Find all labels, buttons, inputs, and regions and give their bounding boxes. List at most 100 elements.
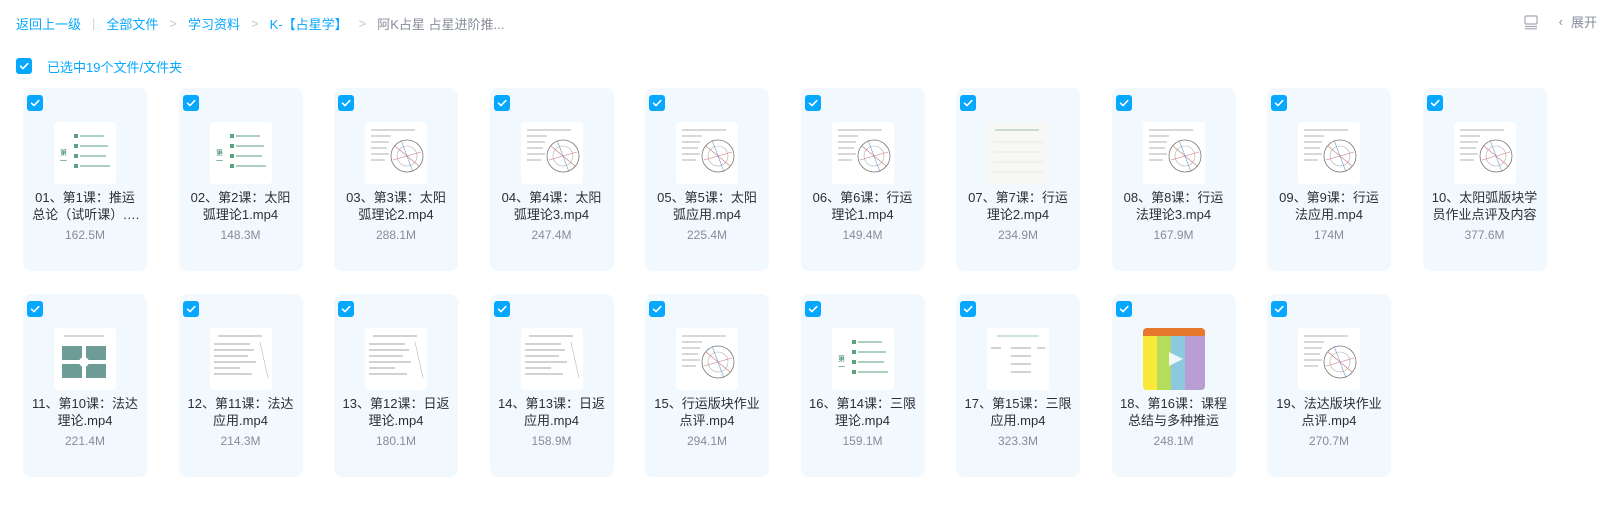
file-card[interactable]: 07、第7课：行运理论2.mp4 234.9M bbox=[956, 88, 1080, 271]
file-size: 323.3M bbox=[997, 434, 1039, 448]
back-link[interactable]: 返回上一级 bbox=[16, 14, 81, 33]
file-checkbox[interactable] bbox=[182, 95, 199, 111]
file-card[interactable]: 11、第10课：法达理论.mp4 221.4M bbox=[23, 294, 147, 477]
video-thumbnail bbox=[987, 328, 1049, 390]
file-card[interactable]: 04、第4课：太阳弧理论3.mp4 247.4M bbox=[489, 88, 614, 271]
file-size: 248.1M bbox=[1153, 434, 1194, 448]
file-size: 148.3M bbox=[220, 228, 261, 242]
file-name: 16、第14课：三限理论.mp4 bbox=[809, 396, 916, 428]
file-card[interactable]: 08、第8课：行运法理论3.mp4 167.9M bbox=[1111, 88, 1236, 271]
file-checkbox[interactable] bbox=[338, 301, 354, 317]
svg-text:一: 一 bbox=[216, 158, 223, 165]
svg-text:一: 一 bbox=[60, 158, 67, 165]
file-size: 162.5M bbox=[64, 228, 106, 242]
file-checkbox[interactable] bbox=[1426, 95, 1443, 111]
expand-label: 展开 bbox=[1570, 15, 1597, 30]
expand-button[interactable]: ‹ 展开 bbox=[1559, 12, 1597, 31]
video-thumbnail bbox=[365, 328, 427, 390]
breadcrumb-divider: | bbox=[92, 15, 96, 31]
file-card[interactable]: 09、第9课：行运法应用.mp4 174M bbox=[1267, 88, 1391, 271]
file-card[interactable]: 第一 16、第14课：三限理论.mp4 159.1M bbox=[800, 294, 925, 477]
video-thumbnail bbox=[1453, 122, 1516, 184]
file-name: 02、第2课：太阳弧理论1.mp4 bbox=[190, 190, 291, 222]
file-name: 09、第9课：行运法应用.mp4 bbox=[1279, 190, 1379, 222]
file-size: 149.4M bbox=[842, 228, 883, 242]
file-name: 14、第13课：日返应用.mp4 bbox=[498, 396, 605, 428]
video-thumbnail bbox=[365, 122, 427, 184]
file-checkbox[interactable] bbox=[960, 301, 976, 317]
breadcrumb: 返回上一级 | 全部文件 > 学习资料 > K-【占星学】 > 阿K占星 占星进… bbox=[16, 14, 504, 32]
video-thumbnail bbox=[1298, 122, 1360, 184]
file-checkbox[interactable] bbox=[1271, 95, 1287, 111]
file-checkbox[interactable] bbox=[493, 301, 510, 317]
file-card[interactable]: 14、第13课：日返应用.mp4 158.9M bbox=[489, 294, 614, 477]
file-name: 07、第7课：行运理论2.mp4 bbox=[968, 190, 1068, 222]
file-grid: 第一01、第1课：推运总论（试听课）.mp4162.5M第一02、第2课：太阳弧… bbox=[23, 88, 1603, 477]
file-name: 03、第3课：太阳弧理论2.mp4 bbox=[346, 190, 446, 222]
video-thumbnail bbox=[831, 122, 894, 184]
file-checkbox[interactable] bbox=[1271, 301, 1287, 317]
list-view-icon[interactable] bbox=[1523, 14, 1539, 30]
file-card[interactable]: 12、第11课：法达应用.mp4 214.3M bbox=[178, 294, 303, 477]
video-thumbnail bbox=[987, 122, 1049, 184]
file-card[interactable]: 第一 02、第2课：太阳弧理论1.mp4 148.3M bbox=[178, 88, 303, 271]
file-card[interactable]: 15、行运版块作业点评.mp4 294.1M bbox=[645, 294, 769, 477]
file-checkbox[interactable] bbox=[1115, 301, 1132, 317]
svg-text:一: 一 bbox=[838, 364, 845, 371]
video-thumbnail bbox=[676, 122, 738, 184]
breadcrumb-all-files[interactable]: 全部文件 bbox=[106, 14, 158, 33]
file-card[interactable]: 05、第5课：太阳弧应用.mp4 225.4M bbox=[645, 88, 769, 271]
file-card[interactable]: 10、太阳弧版块学员作业点评及内容 377.6M bbox=[1422, 88, 1547, 271]
file-checkbox[interactable] bbox=[338, 95, 354, 111]
file-card[interactable]: 13、第12课：日返理论.mp4 180.1M bbox=[334, 294, 458, 477]
file-checkbox[interactable] bbox=[649, 95, 665, 111]
file-checkbox[interactable] bbox=[27, 95, 43, 111]
file-checkbox[interactable] bbox=[804, 301, 821, 317]
file-name: 13、第12课：日返理论.mp4 bbox=[342, 396, 450, 428]
breadcrumb-study-materials[interactable]: 学习资料 bbox=[188, 14, 240, 33]
file-size: 377.6M bbox=[1464, 228, 1505, 242]
file-size: 294.1M bbox=[686, 434, 728, 448]
breadcrumb-separator-icon: > bbox=[251, 15, 259, 31]
file-name: 11、第10课：法达理论.mp4 bbox=[32, 396, 138, 428]
file-size: 247.4M bbox=[531, 228, 572, 242]
file-checkbox[interactable] bbox=[649, 301, 665, 317]
file-checkbox[interactable] bbox=[1115, 95, 1132, 111]
file-checkbox[interactable] bbox=[27, 301, 43, 317]
breadcrumb-astrology[interactable]: K-【占星学】 bbox=[270, 14, 348, 33]
breadcrumb-separator-icon: > bbox=[169, 15, 178, 31]
file-card[interactable]: 06、第6课：行运理论1.mp4 149.4M bbox=[800, 88, 925, 271]
select-all-checkbox[interactable] bbox=[16, 58, 32, 74]
file-card[interactable]: 第一 01、第1课：推运总论（试听课）.mp4 162.5M bbox=[23, 88, 147, 271]
video-thumbnail: 第一 bbox=[831, 328, 894, 390]
file-size: 234.9M bbox=[997, 228, 1039, 242]
video-thumbnail bbox=[1142, 328, 1205, 390]
file-card[interactable]: 17、第15课：三限应用.mp4 323.3M bbox=[956, 294, 1080, 477]
breadcrumb-current: 阿K占星 占星进阶推... bbox=[377, 16, 505, 32]
chevron-left-icon: ‹ bbox=[1558, 14, 1563, 29]
file-checkbox[interactable] bbox=[182, 301, 199, 317]
video-thumbnail bbox=[1142, 122, 1205, 184]
file-name: 12、第11课：法达应用.mp4 bbox=[187, 396, 294, 428]
svg-text:第: 第 bbox=[60, 148, 67, 157]
top-bar: 返回上一级 | 全部文件 > 学习资料 > K-【占星学】 > 阿K占星 占星进… bbox=[0, 0, 1613, 46]
top-right-tools: ‹ 展开 bbox=[1523, 12, 1597, 31]
file-checkbox[interactable] bbox=[960, 95, 976, 111]
file-name: 10、太阳弧版块学员作业点评及内容 bbox=[1431, 190, 1538, 222]
file-size: 270.7M bbox=[1308, 434, 1350, 448]
svg-text:第: 第 bbox=[216, 148, 223, 157]
file-card[interactable]: 03、第3课：太阳弧理论2.mp4 288.1M bbox=[334, 88, 458, 271]
file-name: 06、第6课：行运理论1.mp4 bbox=[812, 190, 913, 222]
file-size: 214.3M bbox=[220, 434, 261, 448]
file-checkbox[interactable] bbox=[493, 95, 510, 111]
video-thumbnail bbox=[520, 328, 583, 390]
file-card[interactable]: 18、第16课：课程总结与多种推运 248.1M bbox=[1111, 294, 1236, 477]
file-size: 221.4M bbox=[64, 434, 106, 448]
video-thumbnail bbox=[209, 328, 272, 390]
file-name: 19、法达版块作业点评.mp4 bbox=[1276, 396, 1382, 428]
file-card[interactable]: 19、法达版块作业点评.mp4 270.7M bbox=[1267, 294, 1391, 477]
file-checkbox[interactable] bbox=[804, 95, 821, 111]
file-name: 15、行运版块作业点评.mp4 bbox=[654, 396, 760, 428]
video-thumbnail bbox=[520, 122, 583, 184]
file-name: 04、第4课：太阳弧理论3.mp4 bbox=[501, 190, 602, 222]
